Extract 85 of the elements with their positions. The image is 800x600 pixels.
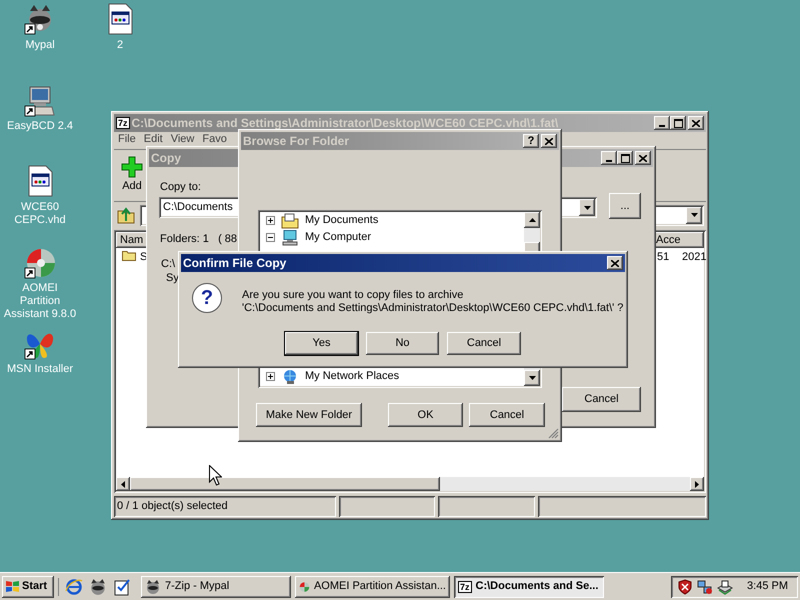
- animal-head-icon: [145, 578, 161, 594]
- network-icon[interactable]: [697, 578, 714, 594]
- caret-icon: [690, 213, 698, 217]
- tree-item[interactable]: My Network Places: [305, 368, 400, 385]
- scroll-left-button[interactable]: [116, 477, 130, 491]
- close-button[interactable]: [688, 116, 704, 130]
- info-text: Folders: 1 ( 88: [160, 232, 238, 247]
- menu-item[interactable]: Favo: [198, 133, 231, 146]
- up-arrow-icon: [528, 218, 536, 222]
- expand-icon[interactable]: [266, 372, 275, 381]
- plus-icon: [121, 156, 143, 178]
- close-icon: [545, 138, 553, 144]
- dialog-button[interactable]: Yes: [285, 332, 358, 355]
- mouse-pointer-icon: [209, 465, 222, 486]
- new-folder-button[interactable]: Make New Folder: [256, 403, 362, 427]
- left-arrow-icon: [121, 480, 125, 488]
- cancel-button[interactable]: Cancel: [469, 403, 545, 427]
- close-button[interactable]: [635, 151, 651, 165]
- caret-icon: [584, 206, 590, 210]
- close-icon: [639, 154, 647, 162]
- start-button[interactable]: Start: [2, 576, 54, 598]
- scroll-down-button[interactable]: [524, 370, 540, 386]
- minimize-button[interactable]: [654, 116, 670, 130]
- collapse-icon[interactable]: [266, 233, 275, 242]
- minimize-button[interactable]: [601, 151, 617, 165]
- down-arrow-icon: [528, 376, 536, 380]
- shield-icon[interactable]: [677, 578, 694, 594]
- browse-button[interactable]: ...: [609, 193, 641, 219]
- info-text: Sy: [166, 271, 179, 286]
- computer-icon[interactable]: [24, 85, 56, 117]
- window-title: Browse For Folder: [243, 133, 350, 150]
- tree-item[interactable]: My Documents: [305, 212, 378, 229]
- app-icon: 7z: [458, 580, 472, 592]
- maximize-button[interactable]: [617, 151, 633, 165]
- animal-head-icon[interactable]: [89, 578, 107, 596]
- message-text: Are you sure you want to copy files to archive 'C:\Documents and Settings\Administrator\Desktop\WCE60 CEPC.vhd\1.fat\' ?: [242, 288, 624, 315]
- info-text: C:\: [161, 257, 176, 272]
- resize-grip-icon[interactable]: [548, 428, 559, 439]
- window-title: Confirm File Copy: [183, 255, 288, 272]
- clock: 3:45 PM: [746, 579, 789, 594]
- taskbar-button[interactable]: 7-Zip - Mypal: [141, 576, 291, 598]
- menu-item[interactable]: Edit: [140, 133, 167, 146]
- maximize-button[interactable]: [670, 116, 686, 130]
- status-text: 0 / 1 object(s) selected: [114, 496, 336, 517]
- windows-flag-icon: [5, 580, 20, 593]
- folder-up-icon[interactable]: [116, 205, 136, 225]
- printer-icon[interactable]: [717, 578, 734, 594]
- close-button[interactable]: [541, 134, 557, 148]
- computer-icon: [281, 230, 299, 246]
- help-button[interactable]: ?: [523, 134, 539, 148]
- close-icon: [611, 260, 619, 266]
- dropdown-button[interactable]: [579, 199, 595, 216]
- add-button[interactable]: Add: [114, 154, 150, 194]
- close-button[interactable]: [607, 256, 623, 270]
- scroll-up-button[interactable]: [524, 212, 540, 228]
- folder-icon: [281, 212, 299, 228]
- dialog-button[interactable]: No: [366, 332, 439, 355]
- window-title: Copy: [151, 150, 182, 167]
- table-cell-text: 2021: [682, 250, 706, 265]
- table-cell-text: 51: [657, 250, 670, 265]
- cancel-button[interactable]: Cancel: [562, 387, 641, 412]
- globe-icon[interactable]: [65, 578, 83, 596]
- menu-item[interactable]: View: [166, 133, 198, 146]
- close-icon: [692, 120, 700, 126]
- scroll-right-button[interactable]: [690, 477, 704, 491]
- input-value: C:\Documents: [163, 200, 234, 216]
- folder-icon: [122, 250, 136, 261]
- taskbar-button[interactable]: 7z C:\Documents and Se...: [454, 576, 604, 598]
- question-icon: ?: [192, 283, 222, 313]
- tree-item[interactable]: My Computer: [305, 229, 372, 246]
- expand-icon[interactable]: [266, 216, 275, 225]
- dialog-button[interactable]: Cancel: [447, 332, 521, 355]
- maximize-icon: [620, 154, 630, 162]
- app-icon: 7z: [116, 117, 130, 129]
- dropdown-button[interactable]: [686, 206, 702, 224]
- right-arrow-icon: [695, 480, 699, 488]
- horizontal-scrollbar[interactable]: [116, 477, 704, 491]
- maximize-icon: [674, 118, 682, 128]
- scroll-thumb[interactable]: [130, 477, 440, 491]
- ok-button[interactable]: OK: [388, 403, 463, 427]
- field-label: Copy to:: [160, 180, 201, 195]
- taskbar-button[interactable]: AOMEI Partition Assistan...: [295, 576, 450, 598]
- network-icon: [281, 368, 299, 384]
- menu-item[interactable]: File: [114, 133, 140, 146]
- disk-icon[interactable]: [24, 247, 56, 279]
